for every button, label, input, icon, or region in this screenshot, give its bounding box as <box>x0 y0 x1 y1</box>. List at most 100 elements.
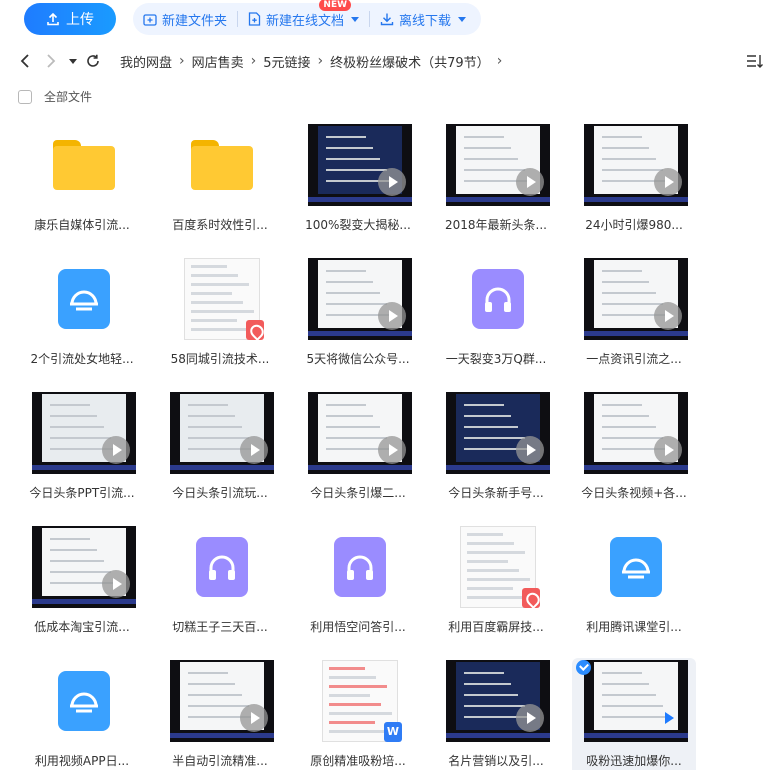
word-icon: W <box>384 722 402 742</box>
file-tile[interactable]: 利用视频APP日... <box>20 658 144 770</box>
file-thumbnail <box>584 392 688 474</box>
file-name: 58同城引流技术... <box>170 352 270 366</box>
file-tile[interactable]: 低成本淘宝引流... <box>20 524 144 649</box>
refresh-icon <box>87 54 99 67</box>
file-tile[interactable]: 吸粉迅速加爆你... <box>572 658 696 770</box>
toolbar-actions: 新建文件夹 新建在线文档 NEW 离线下载 <box>133 0 481 35</box>
file-tile[interactable]: 一点资讯引流之... <box>572 256 696 381</box>
new-online-doc-label: 新建在线文档 <box>266 13 345 29</box>
file-name: 2018年最新头条... <box>445 218 547 232</box>
file-name: 今日头条引流玩... <box>172 486 268 500</box>
play-icon[interactable] <box>240 704 268 732</box>
file-name: 今日头条PPT引流... <box>29 486 135 500</box>
offline-download-button[interactable]: 离线下载 <box>370 3 476 35</box>
play-icon[interactable] <box>654 302 682 330</box>
select-all-checkbox[interactable] <box>18 89 32 104</box>
chevron-right-icon[interactable]: › <box>494 53 506 69</box>
file-tile[interactable]: 今日头条PPT引流... <box>20 390 144 515</box>
file-tile[interactable]: 利用百度霸屏技... <box>434 524 558 649</box>
offline-download-label: 离线下载 <box>399 13 452 29</box>
video-thumbnail <box>32 526 136 608</box>
video-thumbnail <box>584 392 688 474</box>
file-tile[interactable]: 58同城引流技术... <box>158 256 282 381</box>
file-tile[interactable]: 今日头条新手号... <box>434 390 558 515</box>
play-icon[interactable] <box>102 570 130 598</box>
file-name: 一点资讯引流之... <box>586 352 682 366</box>
file-tile[interactable]: 半自动引流精准... <box>158 658 282 770</box>
file-name: 2个引流处女地轻... <box>30 352 134 366</box>
play-icon[interactable] <box>378 168 406 196</box>
file-name: 100%裂变大揭秘... <box>305 218 411 232</box>
history-dropdown[interactable] <box>64 47 80 75</box>
file-name: 名片营销以及引... <box>448 754 544 768</box>
play-icon[interactable] <box>102 436 130 464</box>
play-icon[interactable] <box>516 168 544 196</box>
file-tile[interactable]: 100%裂变大揭秘... <box>296 122 420 247</box>
play-icon[interactable] <box>240 436 268 464</box>
upload-label: 上传 <box>66 12 94 28</box>
chevron-down-icon <box>458 16 467 22</box>
new-online-doc-button[interactable]: 新建在线文档 NEW <box>238 0 369 35</box>
file-name: 原创精准吸粉培... <box>310 754 406 768</box>
file-name: 今日头条视频+各... <box>581 486 687 500</box>
file-thumbnail <box>308 124 412 206</box>
file-thumbnail <box>308 526 412 608</box>
all-files-row: 全部文件 <box>18 88 92 105</box>
selected-check-icon[interactable] <box>576 660 591 675</box>
folder-icon <box>53 140 115 190</box>
file-tile[interactable]: 百度系时效性引... <box>158 122 282 247</box>
file-name: 利用悟空问答引... <box>310 620 406 634</box>
file-tile[interactable]: 名片营销以及引... <box>434 658 558 770</box>
play-icon[interactable] <box>378 436 406 464</box>
new-folder-button[interactable]: 新建文件夹 <box>133 3 237 35</box>
back-button[interactable] <box>12 47 38 75</box>
folder-icon <box>191 140 253 190</box>
play-icon[interactable] <box>654 168 682 196</box>
file-name: 百度系时效性引... <box>172 218 268 232</box>
breadcrumb-item[interactable]: 终极粉丝爆破术（共79节） <box>326 52 494 71</box>
play-icon[interactable] <box>654 436 682 464</box>
file-tile[interactable]: 今日头条引爆二... <box>296 390 420 515</box>
file-tile[interactable]: 利用腾讯课堂引... <box>572 524 696 649</box>
file-tile[interactable]: 2018年最新头条... <box>434 122 558 247</box>
file-tile[interactable]: 一天裂变3万Q群... <box>434 256 558 381</box>
file-tile[interactable]: 24小时引爆980... <box>572 122 696 247</box>
breadcrumb-item[interactable]: 5元链接 <box>259 52 314 71</box>
download-icon <box>380 13 394 26</box>
play-icon[interactable] <box>378 302 406 330</box>
file-tile[interactable]: 切糕王子三天百... <box>158 524 282 649</box>
caret-down-icon <box>69 58 77 64</box>
file-name: 低成本淘宝引流... <box>34 620 130 634</box>
file-name: 今日头条引爆二... <box>310 486 406 500</box>
file-tile[interactable]: W 原创精准吸粉培... <box>296 658 420 770</box>
play-icon[interactable] <box>654 704 682 732</box>
forward-button[interactable] <box>38 47 64 75</box>
upload-icon <box>47 12 59 26</box>
file-tile[interactable]: 2个引流处女地轻... <box>20 256 144 381</box>
file-thumbnail <box>170 526 274 608</box>
file-name: 利用腾讯课堂引... <box>586 620 682 634</box>
play-icon[interactable] <box>516 436 544 464</box>
video-thumbnail <box>308 258 412 340</box>
file-thumbnail <box>446 124 550 206</box>
play-icon[interactable] <box>516 704 544 732</box>
video-thumbnail <box>170 392 274 474</box>
breadcrumb-item[interactable]: 网店售卖 <box>188 52 248 71</box>
file-tile[interactable]: 今日头条视频+各... <box>572 390 696 515</box>
file-tile[interactable]: 5天将微信公众号... <box>296 256 420 381</box>
toolbar: 上传 新建文件夹 新建在线文档 NEW 离线下载 <box>0 0 770 40</box>
file-tile[interactable]: 康乐自媒体引流... <box>20 122 144 247</box>
sort-icon[interactable] <box>746 53 764 69</box>
breadcrumb-item[interactable]: 我的网盘 <box>116 52 176 71</box>
new-doc-icon <box>248 12 261 26</box>
file-tile[interactable]: 今日头条引流玩... <box>158 390 282 515</box>
video-thumbnail <box>584 258 688 340</box>
file-thumbnail <box>32 526 136 608</box>
new-folder-label: 新建文件夹 <box>162 13 228 29</box>
file-tile[interactable]: 利用悟空问答引... <box>296 524 420 649</box>
upload-button[interactable]: 上传 <box>24 3 116 35</box>
refresh-button[interactable] <box>80 47 106 75</box>
video-thumbnail <box>308 124 412 206</box>
file-thumbnail <box>308 392 412 474</box>
file-thumbnail <box>32 124 136 206</box>
